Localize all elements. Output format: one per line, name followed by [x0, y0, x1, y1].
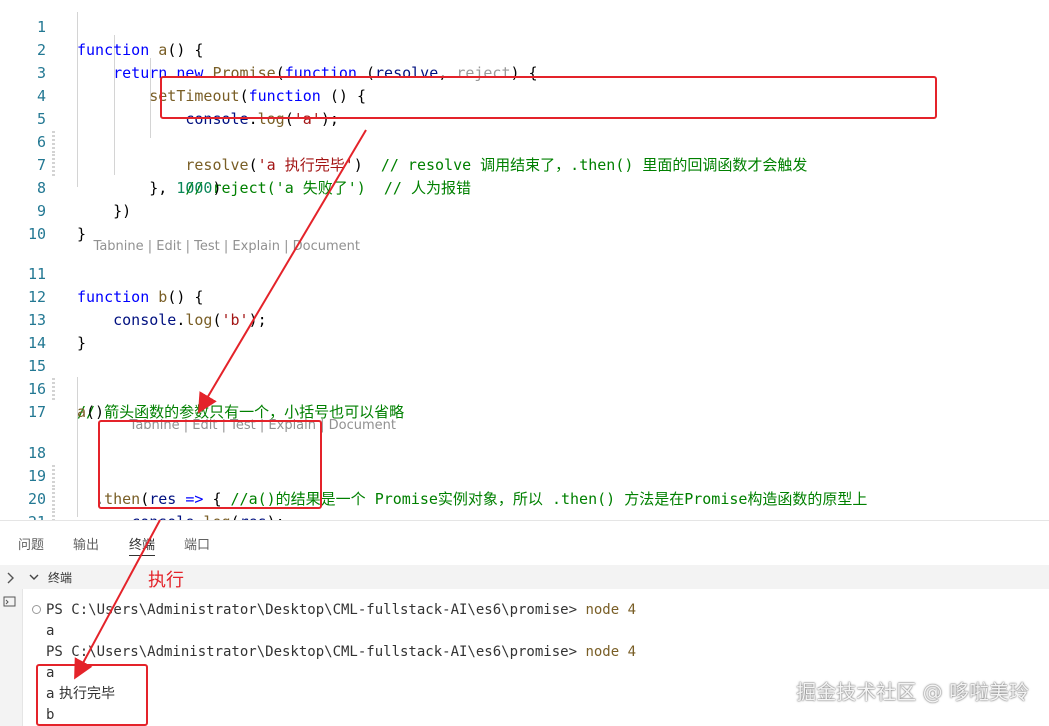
code-line-8[interactable]: 8 })	[0, 154, 1049, 220]
tab-ports[interactable]: 端口	[184, 534, 210, 553]
terminal-line: PS C:\Users\Administrator\Desktop\CML-fu…	[46, 642, 636, 663]
exec-annotation-label: 执行	[148, 570, 184, 591]
code-line-1[interactable]: 1 function a() {	[0, 0, 1049, 59]
highlight-box-output	[36, 664, 148, 726]
code-line-14[interactable]: 14	[0, 309, 1049, 352]
code-line-13[interactable]: 13 }	[0, 286, 1049, 352]
code-line-11[interactable]: 11 function b() {	[0, 240, 1049, 306]
code-line-12[interactable]: 12 console.log('b');	[0, 263, 1049, 329]
terminal-command: node 4	[585, 644, 637, 660]
terminal-title: 终端	[48, 571, 73, 585]
terminal-line: PS C:\Users\Administrator\Desktop\CML-fu…	[46, 600, 636, 621]
panel-tabs: 问题 输出 终端 端口	[0, 521, 1049, 565]
code-line-17[interactable]: 17	[0, 378, 1049, 421]
code-line-3[interactable]: 3 setTimeout(function () {	[0, 39, 1049, 105]
terminal-prompt: PS C:\Users\Administrator\Desktop\CML-fu…	[46, 602, 578, 618]
tab-problems[interactable]: 问题	[18, 534, 44, 553]
terminal-command: node 4	[585, 602, 637, 618]
code-line-9[interactable]: 9 }	[0, 177, 1049, 243]
watermark: 掘金技术社区 @ 哆啦美玲	[796, 680, 1029, 704]
terminal-session-icon[interactable]	[3, 595, 17, 609]
terminal-side-strip	[0, 565, 23, 726]
code-line-7[interactable]: 7 }, 1000)	[0, 131, 1049, 197]
terminal-prompt: PS C:\Users\Administrator\Desktop\CML-fu…	[46, 644, 578, 660]
command-status-icon	[32, 605, 41, 614]
code-line-22[interactable]: 22	[0, 511, 1049, 520]
code-line-10[interactable]: 10	[0, 200, 1049, 243]
highlight-box-then	[98, 420, 322, 509]
highlight-box-resolve	[160, 76, 937, 119]
code-line-16[interactable]: 16 a()	[0, 355, 1049, 421]
chevron-down-icon[interactable]	[28, 571, 40, 583]
chevron-right-icon[interactable]	[4, 571, 18, 585]
tab-terminal[interactable]: 终端	[129, 534, 156, 556]
code-editor[interactable]: 1 function a() { 2 return new Promise(fu…	[0, 0, 1049, 520]
code-line-2[interactable]: 2 return new Promise(function (resolve, …	[0, 16, 1049, 82]
tab-output[interactable]: 输出	[73, 534, 99, 553]
code-line-15[interactable]: 15 // 箭头函数的参数只有一个，小括号也可以省略	[0, 332, 1049, 421]
terminal-output: a	[46, 623, 55, 639]
